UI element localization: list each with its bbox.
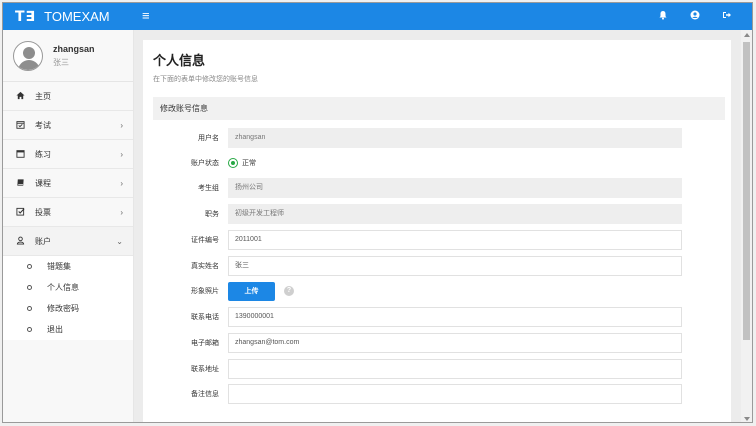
- email-input[interactable]: zhangsan@tom.com: [228, 333, 682, 353]
- submenu-item-change-password[interactable]: 修改密码: [3, 298, 133, 319]
- upload-button[interactable]: 上传: [228, 282, 275, 301]
- calendar-check-icon: [15, 120, 25, 131]
- username-label: 用户名: [198, 135, 219, 142]
- sidebar-item-vote[interactable]: 投票 ›: [3, 198, 133, 227]
- submenu-item-label: 错题集: [47, 262, 71, 271]
- submenu-item-label: 退出: [47, 325, 63, 334]
- sidebar: zhangsan 张三 主页 考试 › 练习 › 课程 › 投票 › 账户 ⌄ …: [3, 30, 134, 422]
- page-subtitle: 在下面的表单中修改您的账号信息: [153, 76, 258, 83]
- form-row-status: 账户状态 正常: [153, 153, 725, 174]
- email-label: 电子邮箱: [191, 340, 219, 347]
- check-square-icon: [15, 207, 25, 218]
- menu-toggle-icon[interactable]: ≡: [142, 9, 150, 23]
- help-icon[interactable]: ?: [284, 286, 294, 296]
- circle-icon: [27, 285, 32, 290]
- cert-label: 证件编号: [191, 237, 219, 244]
- address-label: 联系地址: [191, 366, 219, 373]
- logout-icon[interactable]: [720, 10, 734, 23]
- sidebar-item-label: 投票: [35, 207, 51, 217]
- submenu-item-label: 个人信息: [47, 283, 79, 292]
- phone-label: 联系电话: [191, 314, 219, 321]
- section-header: 修改账号信息: [153, 97, 725, 120]
- home-icon: [15, 91, 25, 102]
- sidebar-item-label: 课程: [35, 178, 51, 188]
- top-bar: T∃ TOMEXAM ≡: [3, 3, 752, 30]
- circle-icon: [27, 327, 32, 332]
- book-icon: [15, 178, 25, 189]
- sidebar-item-label: 练习: [35, 149, 51, 159]
- submenu-item-profile[interactable]: 个人信息: [3, 277, 133, 298]
- chevron-down-icon: ⌄: [116, 236, 123, 246]
- sidebar-item-exam[interactable]: 考试 ›: [3, 111, 133, 140]
- user-icon: [15, 236, 25, 247]
- remark-input[interactable]: [228, 384, 682, 404]
- user-profile: zhangsan 张三: [3, 30, 133, 82]
- sidebar-item-account[interactable]: 账户 ⌄: [3, 227, 133, 256]
- scroll-up-icon[interactable]: [744, 33, 750, 37]
- form-row-position: 职务 初级开发工程师: [153, 204, 725, 225]
- chevron-right-icon: ›: [120, 178, 123, 188]
- scrollbar-thumb[interactable]: [743, 42, 750, 340]
- browser-frame: T∃ TOMEXAM ≡ zhangsan 张三 主页 考试 › 练习 › 课程…: [2, 2, 753, 423]
- realname-input[interactable]: 张三: [228, 256, 682, 276]
- sidebar-item-course[interactable]: 课程 ›: [3, 169, 133, 198]
- sidebar-item-label: 账户: [35, 236, 51, 246]
- remark-label: 备注信息: [191, 391, 219, 398]
- chevron-right-icon: ›: [120, 120, 123, 130]
- form-row-username: 用户名 zhangsan: [153, 128, 725, 149]
- form-row-realname: 真实姓名 张三: [153, 256, 725, 277]
- bell-icon[interactable]: [656, 10, 670, 23]
- user-name: zhangsan: [53, 43, 95, 54]
- main-content: 个人信息 在下面的表单中修改您的账号信息 修改账号信息 用户名 zhangsan…: [134, 30, 741, 422]
- submenu-item-label: 修改密码: [47, 304, 79, 313]
- submenu-item-wrong-questions[interactable]: 错题集: [3, 256, 133, 277]
- profile-panel: 个人信息 在下面的表单中修改您的账号信息 修改账号信息 用户名 zhangsan…: [143, 40, 731, 422]
- avatar: [13, 40, 43, 71]
- scroll-down-icon[interactable]: [744, 417, 750, 421]
- form-row-address: 联系地址: [153, 359, 725, 380]
- top-icons: [656, 3, 734, 30]
- form-row-photo: 形象照片 上传 ?: [153, 281, 725, 302]
- form-row-cert: 证件编号 2011001: [153, 230, 725, 251]
- status-radio-label: 正常: [242, 160, 256, 167]
- position-label: 职务: [205, 211, 219, 218]
- form-row-remark: 备注信息: [153, 384, 725, 405]
- photo-label: 形象照片: [191, 288, 219, 295]
- group-label: 考生组: [198, 185, 219, 192]
- user-real-name: 张三: [53, 57, 69, 67]
- user-circle-icon[interactable]: [688, 10, 702, 23]
- sidebar-item-label: 考试: [35, 120, 51, 130]
- sidebar-item-label: 主页: [35, 91, 51, 101]
- form-row-phone: 联系电话 1390000001: [153, 307, 725, 328]
- sidebar-item-home[interactable]: 主页: [3, 82, 133, 111]
- phone-input[interactable]: 1390000001: [228, 307, 682, 327]
- account-submenu: 错题集 个人信息 修改密码 退出: [3, 256, 133, 340]
- brand-name: TOMEXAM: [44, 9, 110, 24]
- form-row-group: 考生组 扬州公司: [153, 178, 725, 199]
- cert-input[interactable]: 2011001: [228, 230, 682, 250]
- form-row-email: 电子邮箱 zhangsan@tom.com: [153, 333, 725, 354]
- position-field: 初级开发工程师: [228, 204, 682, 224]
- status-label: 账户状态: [191, 160, 219, 167]
- group-field: 扬州公司: [228, 178, 682, 198]
- chevron-right-icon: ›: [120, 207, 123, 217]
- address-input[interactable]: [228, 359, 682, 379]
- brand[interactable]: T∃ TOMEXAM: [3, 3, 134, 30]
- calendar-icon: [15, 149, 25, 160]
- brand-logo: T∃: [15, 8, 37, 25]
- status-radio[interactable]: [228, 158, 238, 168]
- submenu-item-logout[interactable]: 退出: [3, 319, 133, 340]
- circle-icon: [27, 306, 32, 311]
- chevron-right-icon: ›: [120, 149, 123, 159]
- username-field: zhangsan: [228, 128, 682, 148]
- realname-label: 真实姓名: [191, 263, 219, 270]
- sidebar-item-practice[interactable]: 练习 ›: [3, 140, 133, 169]
- page-title: 个人信息: [153, 53, 206, 68]
- circle-icon: [27, 264, 32, 269]
- vertical-scrollbar[interactable]: [741, 30, 752, 422]
